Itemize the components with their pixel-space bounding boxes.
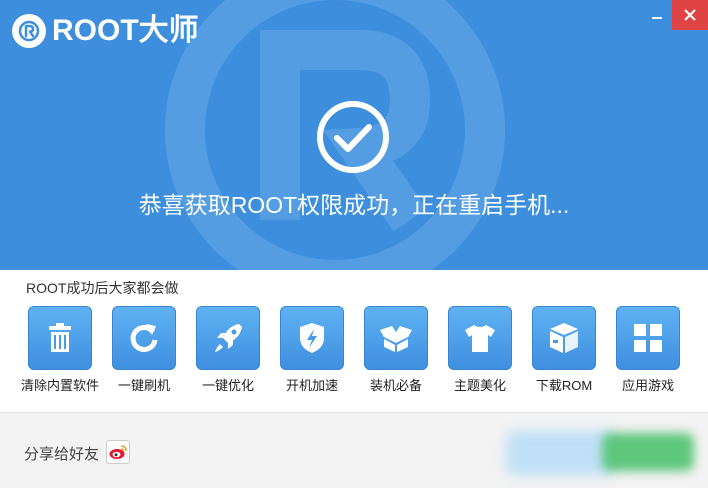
grid-icon xyxy=(616,306,680,370)
app-title: ROOT大师 xyxy=(52,14,199,47)
refresh-icon xyxy=(112,306,176,370)
share-label: 分享给好友 xyxy=(24,446,100,463)
section-title: ROOT成功后大家都会做 xyxy=(26,280,179,296)
minimize-button[interactable] xyxy=(642,0,672,30)
success-banner: ROOT大师 恭喜获取ROOT权限成功，正在重启手机... xyxy=(0,0,708,270)
blurred-action-button[interactable] xyxy=(602,433,694,471)
footer: 分享给好友 xyxy=(0,412,708,488)
app-one-click-optimize[interactable]: 一键优化 xyxy=(186,306,270,394)
open-box-icon xyxy=(364,306,428,370)
app-boot-speedup[interactable]: 开机加速 xyxy=(270,306,354,394)
weibo-share-button[interactable] xyxy=(106,440,130,464)
app-theme-beautify[interactable]: 主题美化 xyxy=(438,306,522,394)
tshirt-icon xyxy=(448,306,512,370)
close-icon xyxy=(684,9,696,21)
trash-icon xyxy=(28,306,92,370)
app-label: 一键优化 xyxy=(201,378,254,393)
app-logo: ROOT大师 xyxy=(12,14,199,48)
check-circle-icon xyxy=(317,101,389,173)
app-label: 一键刷机 xyxy=(117,378,170,393)
app-label: 下载ROM xyxy=(535,378,593,393)
app-shortcuts: 清除内置软件 一键刷机 一键优化 开机加速 装机必备 主题美化 下载ROM 应用… xyxy=(18,306,690,394)
package-icon xyxy=(532,306,596,370)
app-label: 清除内置软件 xyxy=(20,378,99,393)
app-label: 装机必备 xyxy=(369,378,422,393)
blurred-area xyxy=(506,431,616,475)
minimize-icon xyxy=(652,17,662,19)
app-label: 主题美化 xyxy=(453,378,506,393)
app-apps-games[interactable]: 应用游戏 xyxy=(606,306,690,394)
app-clean-builtin[interactable]: 清除内置软件 xyxy=(18,306,102,394)
shield-bolt-icon xyxy=(280,306,344,370)
app-essential-install[interactable]: 装机必备 xyxy=(354,306,438,394)
app-one-click-flash[interactable]: 一键刷机 xyxy=(102,306,186,394)
success-message: 恭喜获取ROOT权限成功，正在重启手机... xyxy=(138,192,570,218)
close-button[interactable] xyxy=(672,0,708,30)
root-logo-icon xyxy=(12,14,46,48)
app-download-rom[interactable]: 下载ROM xyxy=(522,306,606,394)
rocket-icon xyxy=(196,306,260,370)
app-label: 应用游戏 xyxy=(621,378,674,393)
weibo-icon xyxy=(109,445,127,459)
app-label: 开机加速 xyxy=(285,378,338,393)
